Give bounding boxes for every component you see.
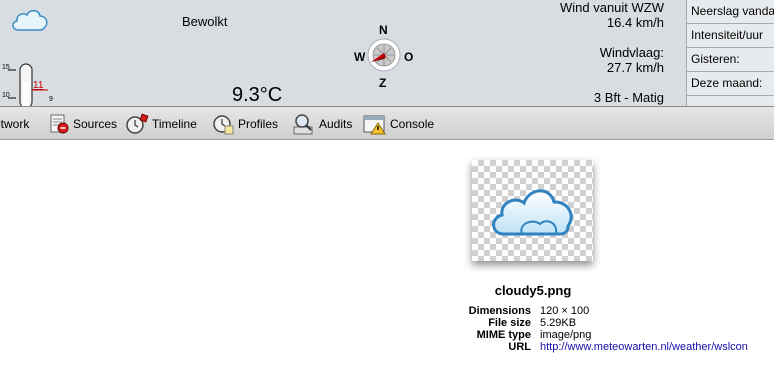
dimensions-label: Dimensions xyxy=(468,305,531,317)
compass-north: N xyxy=(379,23,388,37)
wind-direction: Wind vanuit WZW xyxy=(559,0,664,15)
image-property-values: 120 × 100 5.29KB image/png http://www.me… xyxy=(540,305,748,353)
tab-console-label: Console xyxy=(390,117,435,131)
cloud-icon xyxy=(492,189,573,236)
timeline-icon xyxy=(126,113,149,134)
image-url-link[interactable]: http://www.meteowarten.nl/weather/wslcon xyxy=(540,341,748,353)
audits-icon xyxy=(293,114,313,135)
wind-speed: 16.4 km/h xyxy=(606,15,664,30)
gust-info: Windvlaag: 27.7 km/h xyxy=(600,45,664,75)
precip-row-today: Neerslag vandaag xyxy=(687,0,774,24)
compass-needle-icon xyxy=(367,38,401,72)
image-preview xyxy=(472,160,593,261)
tab-timeline-label: Timeline xyxy=(152,117,197,131)
image-property-labels: Dimensions File size MIME type URL xyxy=(469,305,531,353)
thermo-marker: 11 xyxy=(33,80,44,91)
compass-west: W xyxy=(354,50,366,64)
dimensions-value: 120 × 100 xyxy=(540,305,590,317)
precip-row-month: Deze maand: xyxy=(687,72,774,96)
cloud-icon xyxy=(10,4,50,39)
weather-condition: Bewolkt xyxy=(182,14,228,29)
temperature: 9.3°C xyxy=(232,84,283,106)
tab-audits-label: Audits xyxy=(319,117,353,131)
file-size-value: 5.29KB xyxy=(540,317,577,329)
thermo-low: 9 xyxy=(49,96,53,103)
mime-type-value: image/png xyxy=(540,329,592,341)
wind-compass: N W O Z xyxy=(350,20,418,92)
tab-profiles-label: Profiles xyxy=(238,117,279,131)
console-icon xyxy=(363,115,386,135)
file-size-label: File size xyxy=(488,317,531,329)
sources-icon xyxy=(50,114,69,134)
image-filename: cloudy5.png xyxy=(494,283,572,298)
beaufort: 3 Bft - Matig xyxy=(593,90,664,105)
url-label: URL xyxy=(508,341,531,353)
mime-type-label: MIME type xyxy=(476,329,531,341)
precip-row-intensity: Intensiteit/uur xyxy=(687,24,774,48)
compass-south: Z xyxy=(379,76,387,90)
tab-profiles[interactable]: Profiles xyxy=(211,112,278,136)
gust-label: Windvlaag: xyxy=(599,45,664,60)
tab-sources-label: Sources xyxy=(73,117,118,131)
tab-timeline[interactable]: Timeline xyxy=(125,112,197,136)
compass-east: O xyxy=(404,50,414,64)
tab-network-label: etwork xyxy=(0,117,30,131)
tab-sources[interactable]: Sources xyxy=(48,112,117,136)
tab-network[interactable]: etwork xyxy=(0,112,29,136)
gust-speed: 27.7 km/h xyxy=(606,60,664,75)
weather-widget: Bewolkt 15 10 11 9 9.3°C N W O Z Wind va… xyxy=(0,0,774,106)
tab-audits[interactable]: Audits xyxy=(292,112,352,136)
precip-row-yesterday: Gisteren: xyxy=(687,48,774,72)
devtools-toolbar: etwork Sources Timeline Profiles xyxy=(0,106,774,140)
precipitation-table: Neerslag vandaag Intensiteit/uur Gistere… xyxy=(686,0,774,106)
profiles-icon xyxy=(213,115,234,135)
tab-console[interactable]: Console xyxy=(363,112,434,136)
wind-info: Wind vanuit WZW 16.4 km/h xyxy=(560,0,664,30)
